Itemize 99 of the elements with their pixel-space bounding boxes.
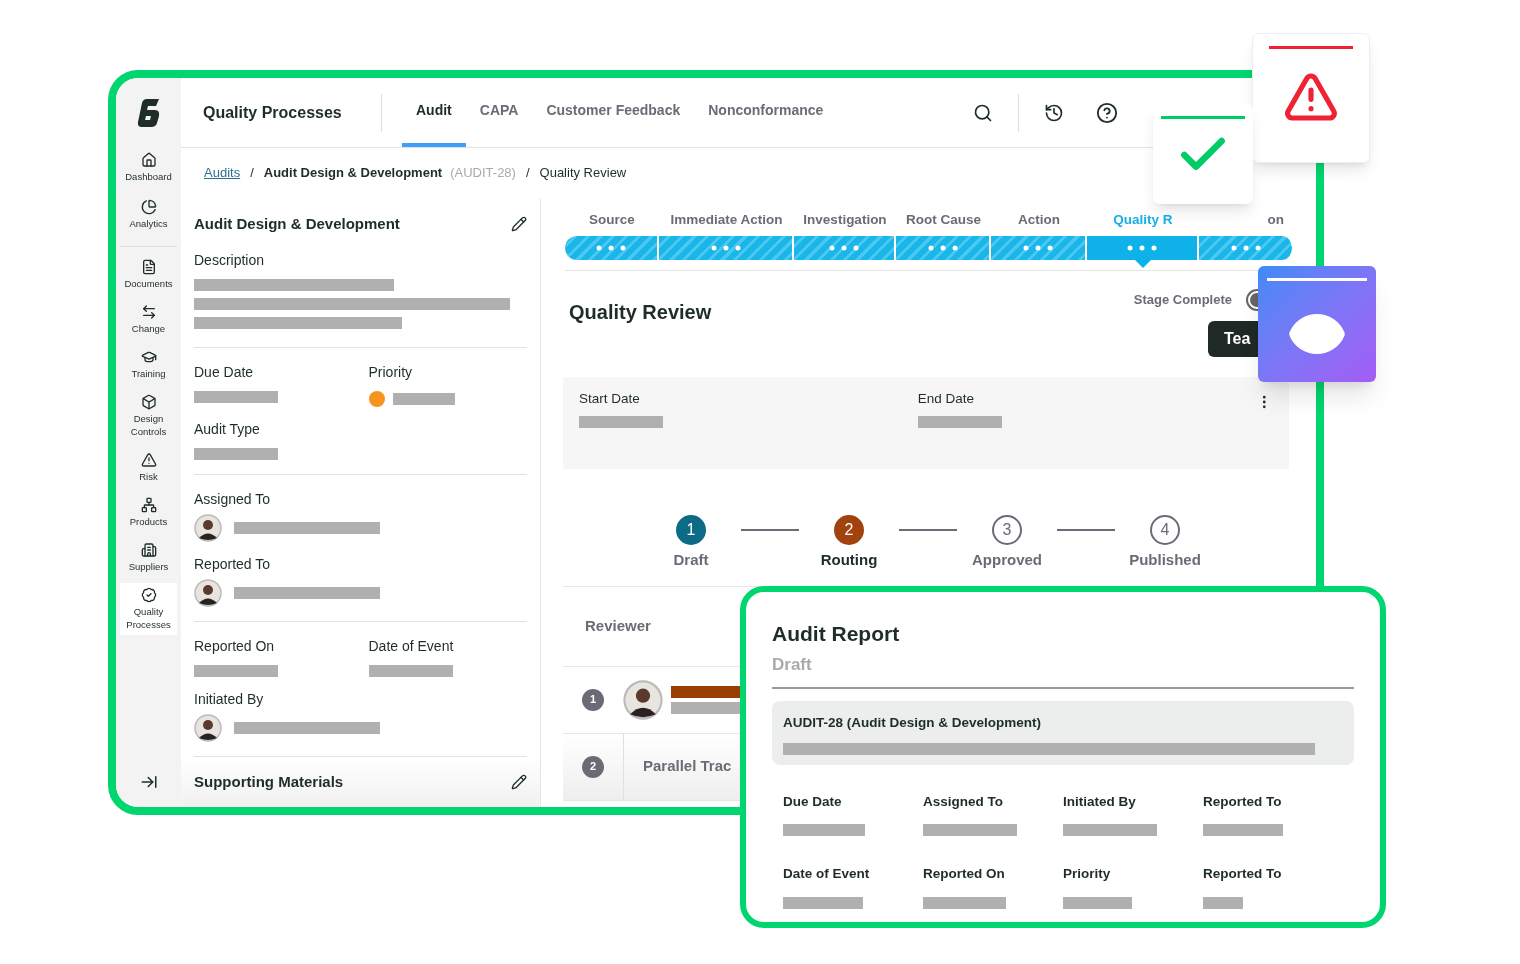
nav-tab[interactable]: Nonconformance <box>694 78 838 147</box>
pie-chart-icon <box>140 199 157 215</box>
breadcrumb-separator: / <box>525 164 530 183</box>
field-label: Audit Type <box>194 419 261 439</box>
report-title: Audit Report <box>772 621 901 647</box>
graduation-cap-icon <box>140 349 157 365</box>
redacted-bar <box>392 392 455 405</box>
edit-icon[interactable] <box>511 773 527 790</box>
search-icon[interactable] <box>973 102 993 123</box>
field-label: Priority <box>368 362 414 382</box>
field-label: Start Date <box>579 390 641 408</box>
step-number: 1 <box>676 515 706 545</box>
cube-icon <box>140 394 157 410</box>
sidebar-item[interactable]: Products <box>120 493 177 532</box>
ellipsis-icon <box>1230 245 1261 251</box>
sidebar-item[interactable]: Risk <box>120 448 177 487</box>
field-label: End Date <box>917 390 976 408</box>
row-number: 2 <box>582 755 604 778</box>
sidebar-item[interactable]: Suppliers <box>120 538 177 577</box>
sidebar-item[interactable]: Analytics <box>116 195 181 234</box>
step-label: Published <box>1129 550 1201 570</box>
field-label: Initiated By <box>194 689 265 709</box>
avatar <box>194 578 222 607</box>
stage-tab[interactable]: Investigation <box>794 210 896 268</box>
home-icon <box>140 152 157 168</box>
field-label: Due Date <box>783 793 843 811</box>
stage-title: Quality Review <box>569 300 712 325</box>
step-number: 2 <box>834 515 864 545</box>
swap-arrows-icon <box>140 304 157 320</box>
sidebar-item[interactable]: Quality Processes <box>120 583 177 635</box>
ellipsis-icon <box>1127 245 1157 251</box>
history-icon[interactable] <box>1044 102 1064 123</box>
expand-sidebar-icon[interactable] <box>139 773 158 791</box>
document-icon <box>140 259 157 275</box>
step-number: 3 <box>992 515 1022 545</box>
ellipsis-icon <box>829 245 859 251</box>
avatar <box>623 679 663 720</box>
column-header: Reviewer <box>585 615 651 636</box>
sidebar-item[interactable]: Documents <box>120 255 177 294</box>
record-id: (AUDIT-28) <box>450 164 516 183</box>
row-number: 1 <box>582 688 604 711</box>
sidebar-item[interactable]: Training <box>120 345 177 384</box>
field-label: Assigned To <box>194 489 271 509</box>
step-number: 4 <box>1150 515 1180 545</box>
stage-tab[interactable]: Immediate Action <box>659 210 794 268</box>
avatar <box>194 713 222 742</box>
report-status: Draft <box>772 653 813 676</box>
ellipsis-icon <box>710 245 741 251</box>
sidebar-item[interactable]: Dashboard <box>116 148 181 187</box>
breadcrumb-item: Audit Design & Development <box>263 164 443 183</box>
section-title: Supporting Materials <box>194 771 344 792</box>
step-label: Draft <box>673 550 709 570</box>
nav-tab[interactable]: CAPA <box>465 78 533 147</box>
nav-tab[interactable]: Audit <box>402 78 466 147</box>
help-icon[interactable] <box>1096 101 1118 124</box>
pointer-icon <box>1135 260 1151 268</box>
avatar <box>194 513 222 542</box>
stage-tab[interactable]: Root Cause <box>896 210 991 268</box>
badge-check-icon <box>140 587 157 603</box>
team-button[interactable]: Tea <box>1208 321 1258 357</box>
step-label: Approved <box>972 550 1042 570</box>
network-icon <box>140 497 157 513</box>
field-label: Description <box>194 250 266 270</box>
warning-icon <box>140 452 157 468</box>
field-label: Date of Event <box>368 636 455 656</box>
field-label: Reported On <box>194 636 276 656</box>
redacted-bar <box>1063 896 1132 909</box>
stage-tab[interactable]: Action <box>991 210 1087 268</box>
record-title: AUDIT-28 (Audit Design & Development) <box>783 714 1043 732</box>
field-label: Reported To <box>1203 793 1283 811</box>
building-icon <box>140 542 157 558</box>
toggle-label: Stage Complete <box>1133 291 1232 310</box>
field-label: Priority <box>1063 865 1112 884</box>
stage-tab[interactable]: Source <box>565 210 659 268</box>
nav-tab[interactable]: Customer Feedback <box>532 78 695 147</box>
track-label: Parallel Trac <box>643 756 732 777</box>
field-label: Date of Event <box>783 865 871 884</box>
stage-tab[interactable]: on <box>1199 210 1294 268</box>
stage-complete-toggle[interactable] <box>1246 289 1258 311</box>
redacted-bar <box>1203 896 1243 909</box>
sidebar-item[interactable]: Change <box>120 300 177 339</box>
breadcrumb-item: Quality Review <box>539 164 627 183</box>
logo <box>136 97 161 129</box>
sidebar-item[interactable]: Design Controls <box>120 390 177 442</box>
ellipsis-icon <box>1023 245 1053 251</box>
panel-title: Audit Design & Development <box>194 214 400 234</box>
field-label: Reported To <box>194 554 271 574</box>
step-label: Routing <box>820 550 878 570</box>
field-label: Due Date <box>194 362 255 382</box>
field-label: Initiated By <box>1063 793 1137 811</box>
edit-icon[interactable] <box>511 216 527 233</box>
ellipsis-icon <box>596 245 626 251</box>
field-label: Reported On <box>923 865 1006 884</box>
app-title: Quality Processes <box>202 102 343 123</box>
field-label: Assigned To <box>923 793 1004 811</box>
ellipsis-icon <box>927 245 958 251</box>
field-label: Reported To <box>1203 865 1283 884</box>
breadcrumb-separator: / <box>250 164 254 183</box>
breadcrumb-link[interactable]: Audits <box>204 163 241 183</box>
